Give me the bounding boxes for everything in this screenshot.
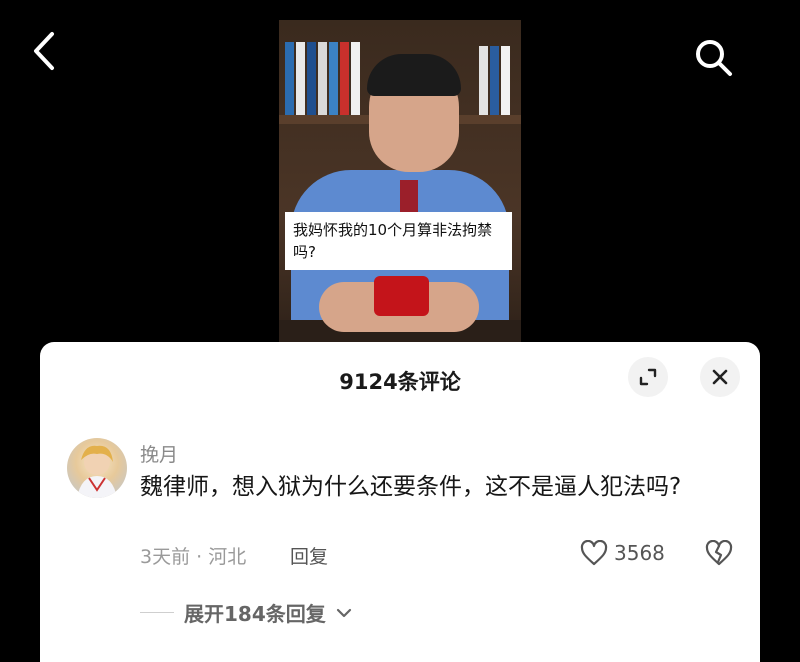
avatar[interactable] <box>67 438 127 498</box>
back-arrow-icon <box>34 32 54 70</box>
bookshelf-left <box>285 42 360 115</box>
broken-heart-icon <box>705 539 733 566</box>
back-button[interactable] <box>28 28 68 74</box>
search-icon <box>696 40 732 76</box>
red-cup <box>374 276 429 316</box>
comment-time-location: 3天前 · 河北 <box>140 546 247 568</box>
comments-sheet: 9124条评论 挽月 魏律师，想入狱为什么还要条件，这不是逼人犯法吗? 3天前 … <box>40 342 760 662</box>
expand-replies-label: 展开184条回复 <box>184 602 326 626</box>
bookshelf-right <box>479 46 510 115</box>
search-button[interactable] <box>690 34 738 82</box>
expand-button[interactable] <box>628 357 668 397</box>
reply-button[interactable]: 回复 <box>290 542 328 569</box>
comment-username[interactable]: 挽月 <box>140 440 178 467</box>
close-icon <box>712 369 728 385</box>
person-hair <box>367 54 461 96</box>
dislike-button[interactable] <box>705 539 733 570</box>
comment-text: 魏律师，想入狱为什么还要条件，这不是逼人犯法吗? <box>140 474 682 500</box>
divider-line <box>140 612 174 613</box>
expand-replies-button[interactable]: 展开184条回复 <box>140 598 352 627</box>
expand-icon <box>639 368 657 386</box>
chevron-down-icon <box>336 608 351 617</box>
close-button[interactable] <box>700 357 740 397</box>
heart-icon <box>580 540 608 566</box>
like-count: 3568 <box>614 541 665 565</box>
avatar-illustration <box>77 445 117 498</box>
like-button[interactable]: 3568 <box>580 540 665 566</box>
video-caption: 我妈怀我的10个月算非法拘禁吗? <box>285 212 512 270</box>
video-player[interactable]: 我妈怀我的10个月算非法拘禁吗? <box>279 20 521 346</box>
